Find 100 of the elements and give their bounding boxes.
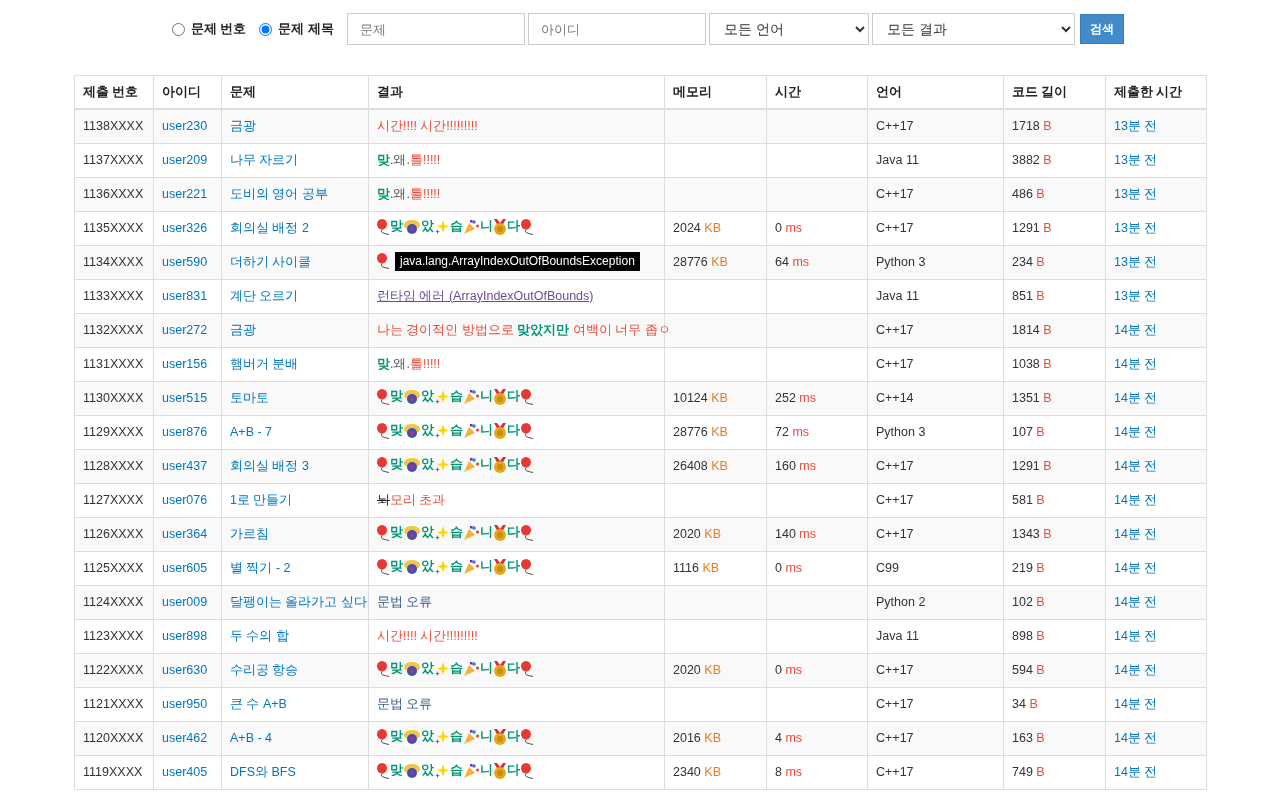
submitted-time-link[interactable]: 13분 전 [1114,220,1158,235]
code-length: 219 B [1012,561,1045,575]
radio-label: 문제 번호 [191,20,247,38]
problem-link[interactable]: 토마토 [230,390,269,405]
result-text: 뇌 [377,492,390,507]
language-text: C++17 [876,323,914,337]
balloon-icon [377,558,389,575]
sparkle-icon [435,457,449,472]
submission-id: 1136XXXX [83,187,144,201]
submitted-time-link[interactable]: 14분 전 [1114,424,1158,439]
user-search-field[interactable]: 아이디 [527,13,706,45]
problem-link[interactable]: 1로 만들기 [230,492,293,507]
problem-link[interactable]: A+B - 4 [230,731,273,745]
submitted-time-link[interactable]: 14분 전 [1114,594,1158,609]
problem-link[interactable]: 두 수의 합 [230,628,289,643]
language-text: Java 11 [876,289,919,303]
radio-button[interactable] [172,22,185,36]
submitted-time-link[interactable]: 14분 전 [1114,730,1158,745]
balloon-icon [377,252,389,269]
result-text: 나는 경이적인 방법으로 [377,322,515,337]
submitted-time-link[interactable]: 13분 전 [1114,254,1158,269]
submission-id: 1123XXXX [83,629,144,643]
balloon-icon [521,558,533,575]
result-letter: 다 [507,456,520,474]
code-length: 594 B [1012,663,1045,677]
result-letter: 았 [421,218,434,236]
result-letter: 았 [421,660,434,678]
result-letter: 습 [450,218,463,236]
result-text: .왜. [390,152,410,167]
sparkle-icon [435,763,449,778]
result-letter: 았 [421,728,434,746]
submitted-time-link[interactable]: 13분 전 [1114,186,1158,201]
submission-id: 1130XXXX [83,391,144,405]
problem-search-field[interactable]: 문제 [346,13,525,45]
result-letter: 았 [421,762,434,780]
code-length: 1038 B [1012,357,1052,371]
problem-link[interactable]: 큰 수 A+B [230,696,287,711]
submitted-time-link[interactable]: 14분 전 [1114,458,1158,473]
balloon-icon [521,388,533,405]
code-length: 1718 B [1012,119,1052,134]
submitted-time-link[interactable]: 14분 전 [1114,390,1158,405]
submission-id: 1129XXXX [83,425,144,439]
radio-button[interactable] [259,22,273,36]
submitted-time-link[interactable]: 14분 전 [1114,560,1158,575]
sparkle-icon [435,525,449,540]
language-text: C++17 [876,119,914,134]
problem-link[interactable]: 별 찍기 - 2 [230,560,291,575]
submitted-time-link[interactable]: 14분 전 [1114,356,1158,371]
balloon-icon [377,456,389,473]
problem-link[interactable]: 금광 [230,118,256,133]
submission-id: 1119XXXX [83,765,143,779]
submission-id: 1120XXXX [83,731,144,745]
result-text: 여백이 너무 좁ㅇ [571,322,671,337]
balloon-icon [377,728,389,745]
language-text: C++17 [876,493,914,507]
submitted-time-link[interactable]: 13분 전 [1114,152,1158,167]
result-letter: 다 [507,218,520,236]
search-button[interactable]: 검색 [1079,14,1124,44]
code-length: 851 B [1012,289,1045,303]
result-text: 모리 초과 [390,492,446,507]
submitted-time-link[interactable]: 13분 전 [1114,288,1158,303]
balloon-icon [377,660,389,677]
submitted-time-link[interactable]: 14분 전 [1114,492,1158,507]
result-letter: 습 [450,558,463,576]
time-value: 72 ms [775,425,810,439]
language-text: C++17 [876,357,914,371]
submitted-time-link[interactable]: 14분 전 [1114,526,1158,541]
submitted-time-link[interactable]: 14분 전 [1114,696,1158,711]
result-letter: 맞 [390,456,403,474]
result-text: 맞 [377,186,390,201]
result-letter: 았 [421,524,434,542]
language-text: C++17 [876,663,914,677]
language-select[interactable]: 모든 언어 [708,13,869,45]
result-letter: 습 [450,660,463,678]
time-value: 64 ms [775,255,810,269]
submitted-time-link[interactable]: 14분 전 [1114,662,1158,677]
submission-id: 1132XXXX [83,323,144,337]
result-letter: 니 [480,218,493,236]
submitted-time-link[interactable]: 14분 전 [1114,322,1158,337]
submitted-time-link[interactable]: 13분 전 [1114,118,1158,133]
result-letter: 다 [507,728,520,746]
sparkle-icon [435,559,449,574]
submitted-time-link[interactable]: 14분 전 [1114,764,1158,779]
submitted-time-link[interactable]: 14분 전 [1114,628,1158,643]
result-letter: 맞 [390,660,403,678]
result-select[interactable]: 모든 결과 [871,13,1075,45]
problem-link[interactable]: 가르침 [230,526,269,541]
problem-link[interactable]: A+B - 7 [230,425,273,439]
result-letter: 니 [480,728,493,746]
result-letter: 다 [507,558,520,576]
gift-ball-icon [404,457,420,472]
problem-link[interactable]: 금광 [230,322,256,337]
result-letter: 다 [507,660,520,678]
code-length: 581 B [1012,493,1045,507]
result-letter: 다 [507,524,520,542]
problem-link[interactable]: DFS와 BFS [230,764,296,779]
time-value: 0 ms [775,663,803,677]
medal-icon [494,524,506,541]
time-value: 252 ms [775,391,816,405]
medal-icon [494,660,506,677]
